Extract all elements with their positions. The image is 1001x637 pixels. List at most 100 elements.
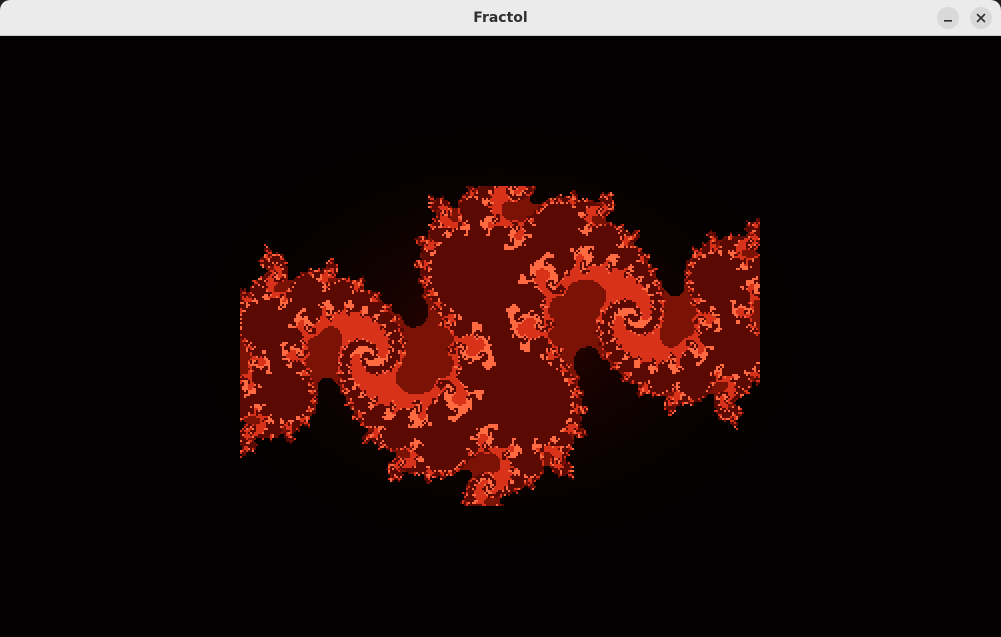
fractal-pixel [476,216,478,218]
fractal-pixel [568,204,570,206]
fractal-pixel [452,216,454,218]
fractal-pixel [610,206,612,208]
fractal-pixel [590,220,592,222]
fractal-pixel [612,202,614,204]
fractal-pixel [524,208,526,210]
fractal-pixel [508,202,510,204]
fractal-pixel [570,206,572,208]
fractal-pixel [594,214,596,216]
fractal-pixel [552,220,554,222]
fractal-pixel [570,208,572,210]
fractal-pixel [474,210,476,212]
fractal-pixel [450,224,452,226]
fractal-pixel [440,204,442,206]
fractal-pixel [554,222,556,224]
fractal-pixel [550,202,552,204]
fractal-pixel [570,216,572,218]
fractal-pixel [572,204,574,206]
fractal-pixel [520,210,522,212]
fractal-pixel [582,204,584,206]
fractal-pixel [474,194,476,196]
fractal-pixel [522,212,524,214]
fractal-pixel [496,194,498,196]
fractal-pixel [448,222,450,224]
fractal-pixel [462,202,464,204]
fractal-pixel [486,186,488,188]
fractal-pixel [500,210,502,212]
fractal-pixel [462,204,464,206]
fractal-pixel [582,222,584,224]
fractal-pixel [494,208,496,210]
fractal-pixel [612,194,614,196]
close-button[interactable] [970,7,992,29]
fractal-pixel [484,200,486,202]
fractal-pixel [512,204,514,206]
fractal-pixel [430,208,432,210]
fractal-pixel [510,198,512,200]
fractal-pixel [482,210,484,212]
fractal-pixel [538,218,540,220]
fractal-pixel [464,222,466,224]
fractal-pixel [474,214,476,216]
fractal-pixel [462,210,464,212]
fractal-pixel [584,218,586,220]
title-bar[interactable]: Fractol [0,0,1001,36]
fractal-pixel [498,198,500,200]
fractal-pixel [554,214,556,216]
fractal-pixel [482,202,484,204]
fractal-canvas[interactable] [0,36,1001,637]
fractal-pixel [504,192,506,194]
fractal-pixel [558,208,560,210]
fractal-pixel [490,198,492,200]
fractal-pixel [466,206,468,208]
fractal-pixel [564,212,566,214]
fractal-pixel [578,204,580,206]
fractal-pixel [566,220,568,222]
fractal-pixel [544,222,546,224]
minimize-button[interactable] [937,7,959,29]
fractal-pixel [566,206,568,208]
fractal-pixel [602,212,604,214]
fractal-pixel [532,186,534,188]
fractal-pixel [484,196,486,198]
fractal-pixel [520,218,522,220]
fractal-pixel [572,208,574,210]
fractal-pixel [446,218,448,220]
fractal-pixel [522,206,524,208]
fractal-pixel [430,224,432,226]
fractal-pixel [604,222,606,224]
fractal-pixel [468,204,470,206]
fractal-pixel [450,216,452,218]
fractal-pixel [466,194,468,196]
fractal-pixel [600,196,602,198]
fractal-pixel [596,222,598,224]
fractal-pixel [502,206,504,208]
fractal-pixel [574,204,576,206]
fractal-pixel [608,192,610,194]
fractal-pixel [466,224,468,226]
fractal-pixel [578,212,580,214]
fractal-pixel [452,214,454,216]
fractal-pixel [518,192,520,194]
fractal-pixel [452,224,454,226]
fractal-pixel [512,198,514,200]
fractal-pixel [574,218,576,220]
fractal-pixel [442,212,444,214]
fractal-pixel [608,194,610,196]
fractal-pixel [504,210,506,212]
fractal-pixel [498,210,500,212]
fractal-pixel [582,202,584,204]
fractal-pixel [512,186,514,188]
fractal-pixel [538,206,540,208]
fractal-pixel [752,222,754,224]
fractal-pixel [548,218,550,220]
fractal-pixel [602,194,604,196]
fractal-pixel [488,208,490,210]
fractal-pixel [482,220,484,222]
fractal-pixel [474,206,476,208]
fractal-pixel [498,194,500,196]
fractal-pixel [526,200,528,202]
fractal-pixel [550,208,552,210]
fractal-pixel [506,186,508,188]
fractal-pixel [574,212,576,214]
